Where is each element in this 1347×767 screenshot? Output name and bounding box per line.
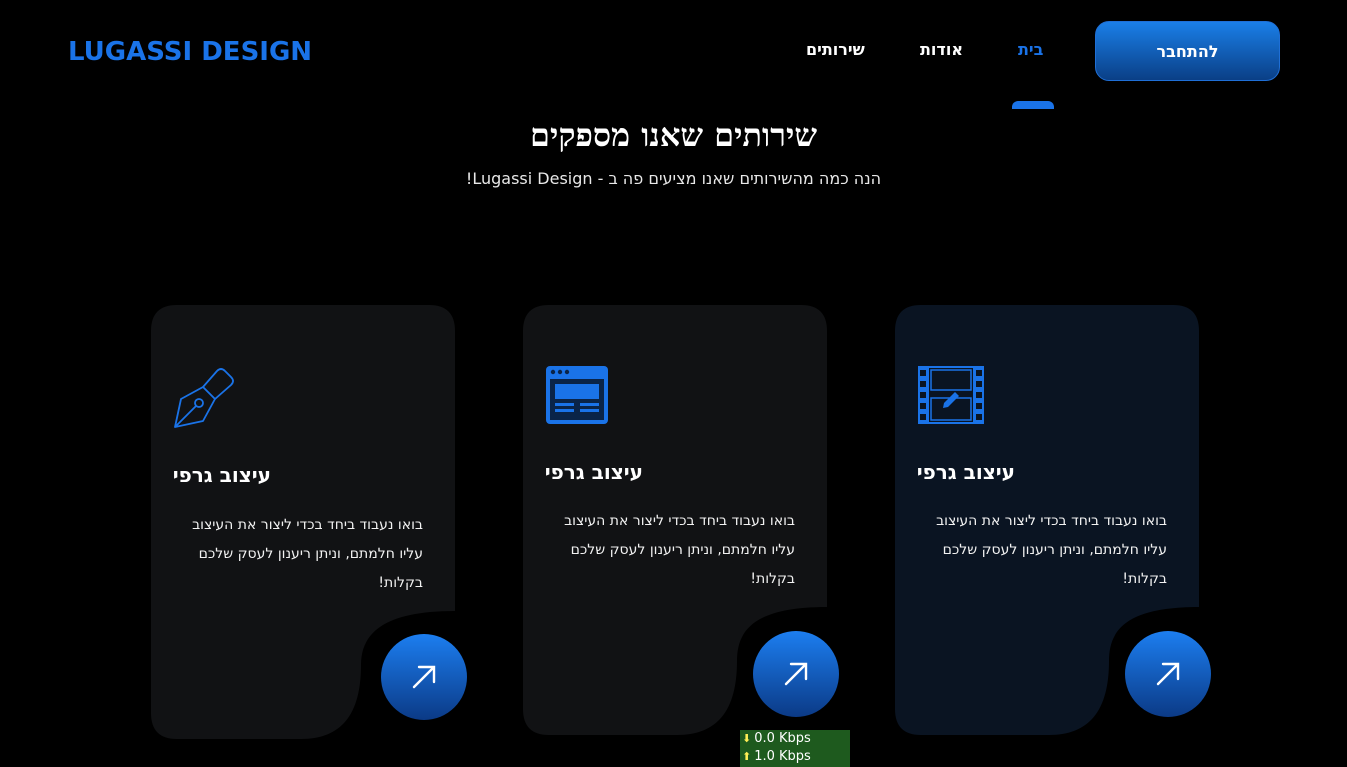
pen-nib-icon <box>173 365 237 429</box>
connect-button[interactable]: להתחבר <box>1095 21 1280 81</box>
card-link-button[interactable] <box>1125 631 1211 717</box>
web-page-icon <box>545 365 609 429</box>
card-description-line: עליו חלמתם, וניתן ריענון לעסק שלכם <box>942 542 1167 558</box>
service-card: עיצוב גרפי בואו נעבוד ביחד בכדי ליצור את… <box>523 305 839 737</box>
upload-speed-value: 1.0 Kbps <box>754 749 811 764</box>
service-card: עיצוב גרפי בואו נעבוד ביחד בכדי ליצור את… <box>151 305 467 739</box>
card-link-button[interactable] <box>753 631 839 717</box>
nav-item-about[interactable]: אודות <box>920 40 963 59</box>
card-description-line: עליו חלמתם, וניתן ריענון לעסק שלכם <box>198 546 423 562</box>
card-description-line: בואו נעבוד ביחד בכדי ליצור את העיצוב <box>564 513 795 529</box>
nav-active-indicator <box>1012 101 1054 109</box>
section-title: שירותים שאנו מספקים <box>530 116 817 154</box>
download-arrow-icon: ⬇ <box>742 732 752 745</box>
card-description-line: בקלות! <box>1122 571 1167 587</box>
card-title: עיצוב גרפי <box>916 460 1015 484</box>
nav-item-services[interactable]: שירותים <box>806 40 865 59</box>
card-description-line: בואו נעבוד ביחד בכדי ליצור את העיצוב <box>936 513 1167 529</box>
card-description-line: בקלות! <box>750 571 795 587</box>
card-description: בואו נעבוד ביחד בכדי ליצור את העיצוב עלי… <box>173 511 423 598</box>
card-description-line: בואו נעבוד ביחד בכדי ליצור את העיצוב <box>192 517 423 533</box>
upload-arrow-icon: ⬆ <box>742 750 752 763</box>
nav-item-home[interactable]: בית <box>1018 40 1043 59</box>
page: LUGASSI DESIGN שירותים אודות בית להתחבר … <box>0 0 1347 767</box>
service-card: עיצוב גרפי בואו נעבוד ביחד בכדי ליצור את… <box>895 305 1211 737</box>
card-description: בואו נעבוד ביחד בכדי ליצור את העיצוב עלי… <box>545 507 795 594</box>
video-film-icon <box>917 365 984 429</box>
download-speed: ⬇ 0.0 Kbps <box>742 730 850 748</box>
card-link-button[interactable] <box>381 634 467 720</box>
card-description-line: עליו חלמתם, וניתן ריענון לעסק שלכם <box>570 542 795 558</box>
card-title: עיצוב גרפי <box>544 460 643 484</box>
arrow-up-right-icon <box>412 665 436 689</box>
card-description: בואו נעבוד ביחד בכדי ליצור את העיצוב עלי… <box>917 507 1167 594</box>
card-title: עיצוב גרפי <box>172 463 271 487</box>
section-subtitle: !Lugassi Design - הנה כמה מהשירותים שאנו… <box>465 169 882 188</box>
network-speed-widget: ⬇ 0.0 Kbps ⬆ 1.0 Kbps <box>740 730 850 767</box>
site-logo[interactable]: LUGASSI DESIGN <box>68 37 312 67</box>
card-description-line: בקלות! <box>378 575 423 591</box>
download-speed-value: 0.0 Kbps <box>754 731 811 746</box>
upload-speed: ⬆ 1.0 Kbps <box>742 748 850 766</box>
arrow-up-right-icon <box>1156 662 1180 686</box>
arrow-up-right-icon <box>784 662 808 686</box>
